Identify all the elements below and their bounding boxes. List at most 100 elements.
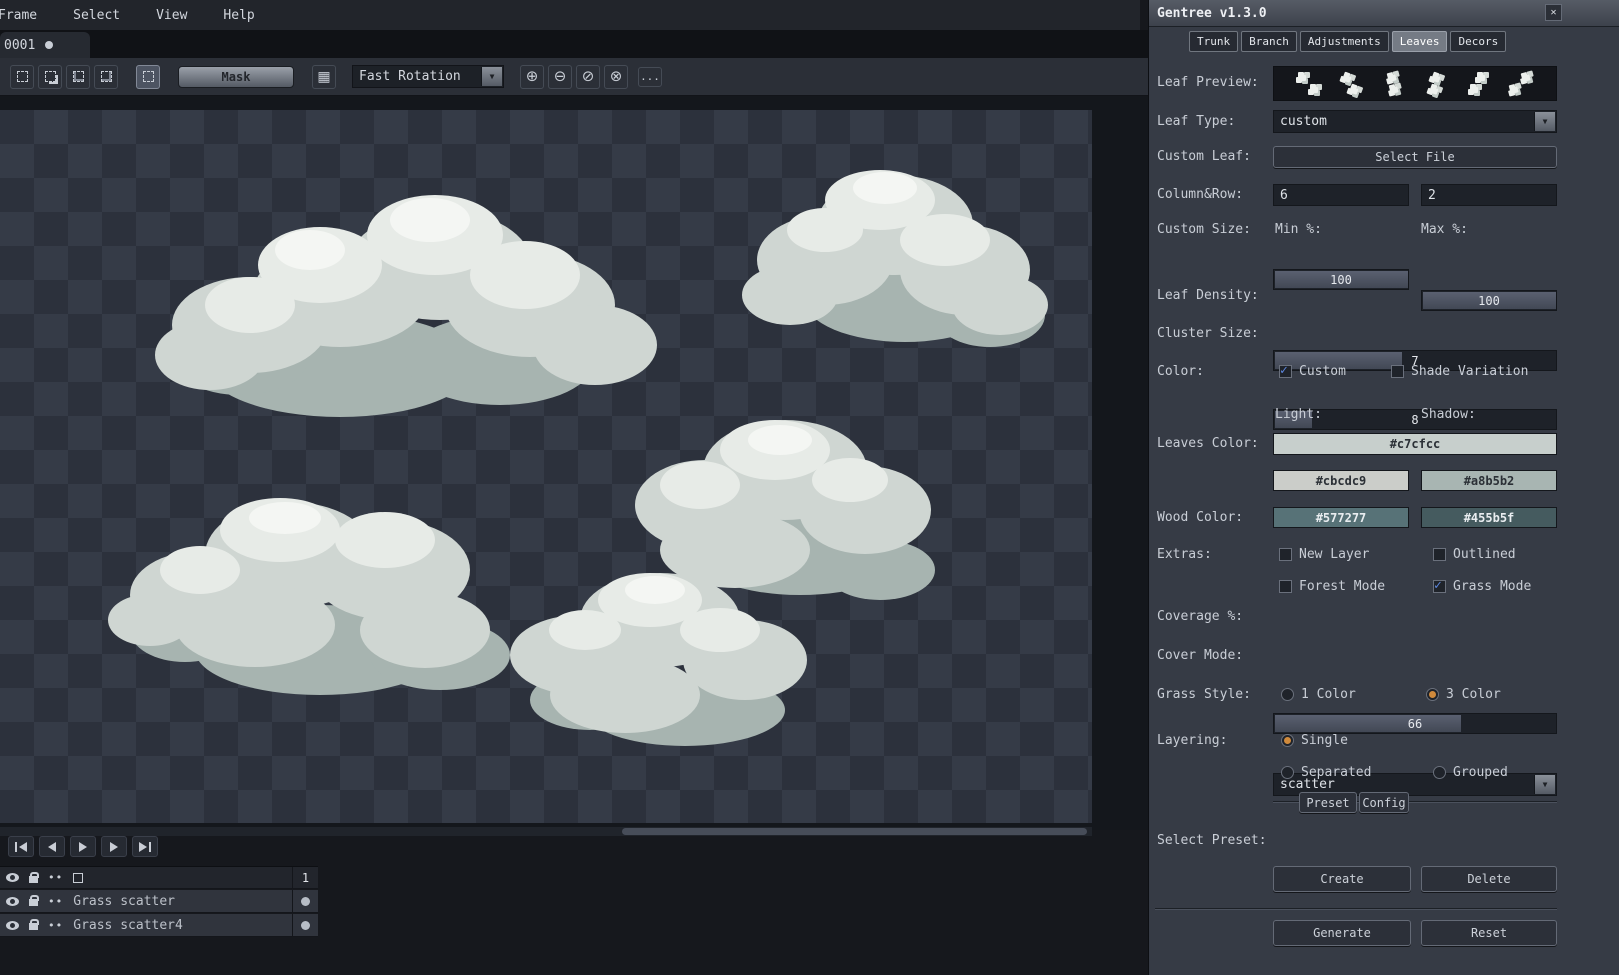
frame-column-header[interactable]: 1	[292, 867, 318, 888]
create-button[interactable]: Create	[1273, 866, 1411, 892]
custom-color-checkbox-label[interactable]: Custom	[1299, 364, 1346, 380]
max-size-slider[interactable]: 100	[1421, 290, 1557, 311]
three-color-radio-label[interactable]: 3 Color	[1446, 687, 1501, 703]
selection-intersect-button[interactable]	[94, 64, 118, 89]
min-size-slider[interactable]: 100	[1273, 269, 1409, 290]
max-size-value: 100	[1478, 293, 1500, 308]
marquee-tool-button[interactable]	[136, 64, 160, 89]
chevron-down-icon[interactable]: ▼	[481, 67, 502, 86]
leaf-type-dropdown[interactable]: custom ▼	[1273, 110, 1557, 133]
config-button[interactable]: Config	[1359, 792, 1409, 813]
selection-add-button[interactable]	[38, 64, 62, 89]
prev-frame-button[interactable]	[39, 836, 65, 857]
custom-color-checkbox[interactable]: ✓	[1279, 363, 1292, 378]
forest-mode-checkbox[interactable]	[1279, 580, 1292, 593]
cel-cell[interactable]	[292, 914, 318, 936]
layer-visibility-icon[interactable]	[6, 920, 19, 930]
max-percent-label: Max %:	[1421, 222, 1468, 237]
layer-lock-icon[interactable]	[29, 895, 39, 906]
preset-button[interactable]: Preset	[1299, 792, 1357, 813]
sprite-tab[interactable]: 0001	[0, 32, 90, 58]
menu-view[interactable]: View	[150, 6, 193, 25]
separated-radio[interactable]	[1281, 766, 1294, 779]
no-symmetry-button[interactable]: ⊗	[604, 64, 628, 89]
menu-frame[interactable]: Frame	[0, 6, 43, 25]
grouped-radio[interactable]	[1433, 766, 1446, 779]
layer-row[interactable]: •• Grass scatter	[0, 890, 318, 913]
cel-cell[interactable]	[292, 890, 318, 912]
single-radio-label[interactable]: Single	[1301, 733, 1348, 749]
chevron-down-icon[interactable]: ▼	[1534, 112, 1555, 131]
prev-frame-icon	[48, 841, 56, 852]
last-frame-button[interactable]	[132, 836, 158, 857]
menu-select[interactable]: Select	[67, 6, 126, 25]
delete-button[interactable]: Delete	[1421, 866, 1557, 892]
column-input[interactable]: 6	[1273, 184, 1409, 206]
snap-button[interactable]: ⊖	[548, 64, 572, 89]
leaves-color-light-swatch[interactable]: #cbcdc9	[1273, 470, 1409, 491]
wood-color-light-swatch[interactable]: #577277	[1273, 507, 1409, 528]
circle-minus-icon: ⊖	[553, 67, 567, 85]
shade-variation-checkbox-label[interactable]: Shade Variation	[1411, 364, 1528, 380]
reset-button[interactable]: Reset	[1421, 920, 1557, 946]
tab-trunk[interactable]: Trunk	[1189, 31, 1239, 52]
selection-replace-button[interactable]	[10, 64, 34, 89]
generate-button[interactable]: Generate	[1273, 920, 1411, 946]
layer-name[interactable]: Grass scatter4	[73, 918, 318, 933]
coverage-slider[interactable]: 66	[1273, 713, 1557, 734]
row-input[interactable]: 2	[1421, 184, 1557, 206]
grass-mode-checkbox-label[interactable]: Grass Mode	[1453, 579, 1531, 595]
horizontal-scrollbar[interactable]	[0, 827, 1092, 836]
separated-radio-label[interactable]: Separated	[1301, 765, 1371, 781]
close-icon[interactable]: ✕	[1545, 4, 1562, 21]
grouped-radio-label[interactable]: Grouped	[1453, 765, 1508, 781]
three-color-radio[interactable]	[1426, 688, 1439, 701]
eye-header-icon[interactable]	[6, 873, 19, 882]
outlined-checkbox[interactable]	[1433, 548, 1446, 561]
grass-mode-checkbox[interactable]: ✓	[1433, 578, 1446, 593]
tab-branch[interactable]: Branch	[1241, 31, 1297, 52]
layer-lock-icon[interactable]	[29, 919, 39, 930]
cluster-size-label: Cluster Size:	[1157, 326, 1259, 341]
mask-button[interactable]: Mask	[178, 65, 294, 88]
wood-color-shadow-swatch[interactable]: #455b5f	[1421, 507, 1557, 528]
layer-visibility-icon[interactable]	[6, 896, 19, 906]
tab-adjustments[interactable]: Adjustments	[1299, 31, 1389, 52]
lock-header-icon[interactable]	[29, 871, 39, 883]
outlined-checkbox-label[interactable]: Outlined	[1453, 547, 1516, 563]
grid-button[interactable]: ▦	[312, 64, 336, 89]
sprite-canvas[interactable]	[0, 110, 1092, 823]
layer-name[interactable]: Grass scatter	[73, 894, 318, 909]
custom-leaf-label: Custom Leaf:	[1157, 149, 1251, 164]
link-header-icon[interactable]: ••	[48, 871, 63, 884]
shade-variation-checkbox[interactable]	[1391, 365, 1404, 378]
editor-area: Frame Select View Help 0001 Mask ▦ Fast …	[0, 0, 1148, 975]
pivot-button[interactable]: ⊕	[520, 64, 544, 89]
more-options-button[interactable]: ...	[638, 66, 662, 87]
tab-leaves[interactable]: Leaves	[1391, 31, 1448, 52]
select-file-button[interactable]: Select File	[1273, 146, 1557, 168]
leaves-color-main-swatch[interactable]: #c7cfcc	[1273, 433, 1557, 455]
play-button[interactable]	[70, 836, 96, 857]
next-frame-button[interactable]	[101, 836, 127, 857]
tab-decors[interactable]: Decors	[1450, 31, 1507, 52]
one-color-radio[interactable]	[1281, 688, 1294, 701]
layer-link-icon[interactable]: ••	[48, 895, 63, 908]
circle-times-icon: ⊗	[609, 67, 623, 85]
single-radio[interactable]	[1281, 734, 1294, 747]
layer-row[interactable]: •• Grass scatter4	[0, 914, 318, 937]
layer-link-icon[interactable]: ••	[48, 919, 63, 932]
options-header-icon[interactable]	[73, 872, 84, 883]
no-fill-button[interactable]: ⊘	[576, 64, 600, 89]
forest-mode-checkbox-label[interactable]: Forest Mode	[1299, 579, 1385, 595]
one-color-radio-label[interactable]: 1 Color	[1301, 687, 1356, 703]
rotation-algorithm-dropdown[interactable]: Fast Rotation ▼	[352, 65, 504, 88]
leaves-color-shadow-swatch[interactable]: #a8b5b2	[1421, 470, 1557, 491]
scrollbar-thumb[interactable]	[622, 828, 1087, 835]
chevron-down-icon[interactable]: ▼	[1534, 775, 1555, 794]
menu-help[interactable]: Help	[217, 6, 260, 25]
selection-subtract-button[interactable]	[66, 64, 90, 89]
first-frame-button[interactable]	[8, 836, 34, 857]
new-layer-checkbox[interactable]	[1279, 548, 1292, 561]
new-layer-checkbox-label[interactable]: New Layer	[1299, 547, 1369, 563]
